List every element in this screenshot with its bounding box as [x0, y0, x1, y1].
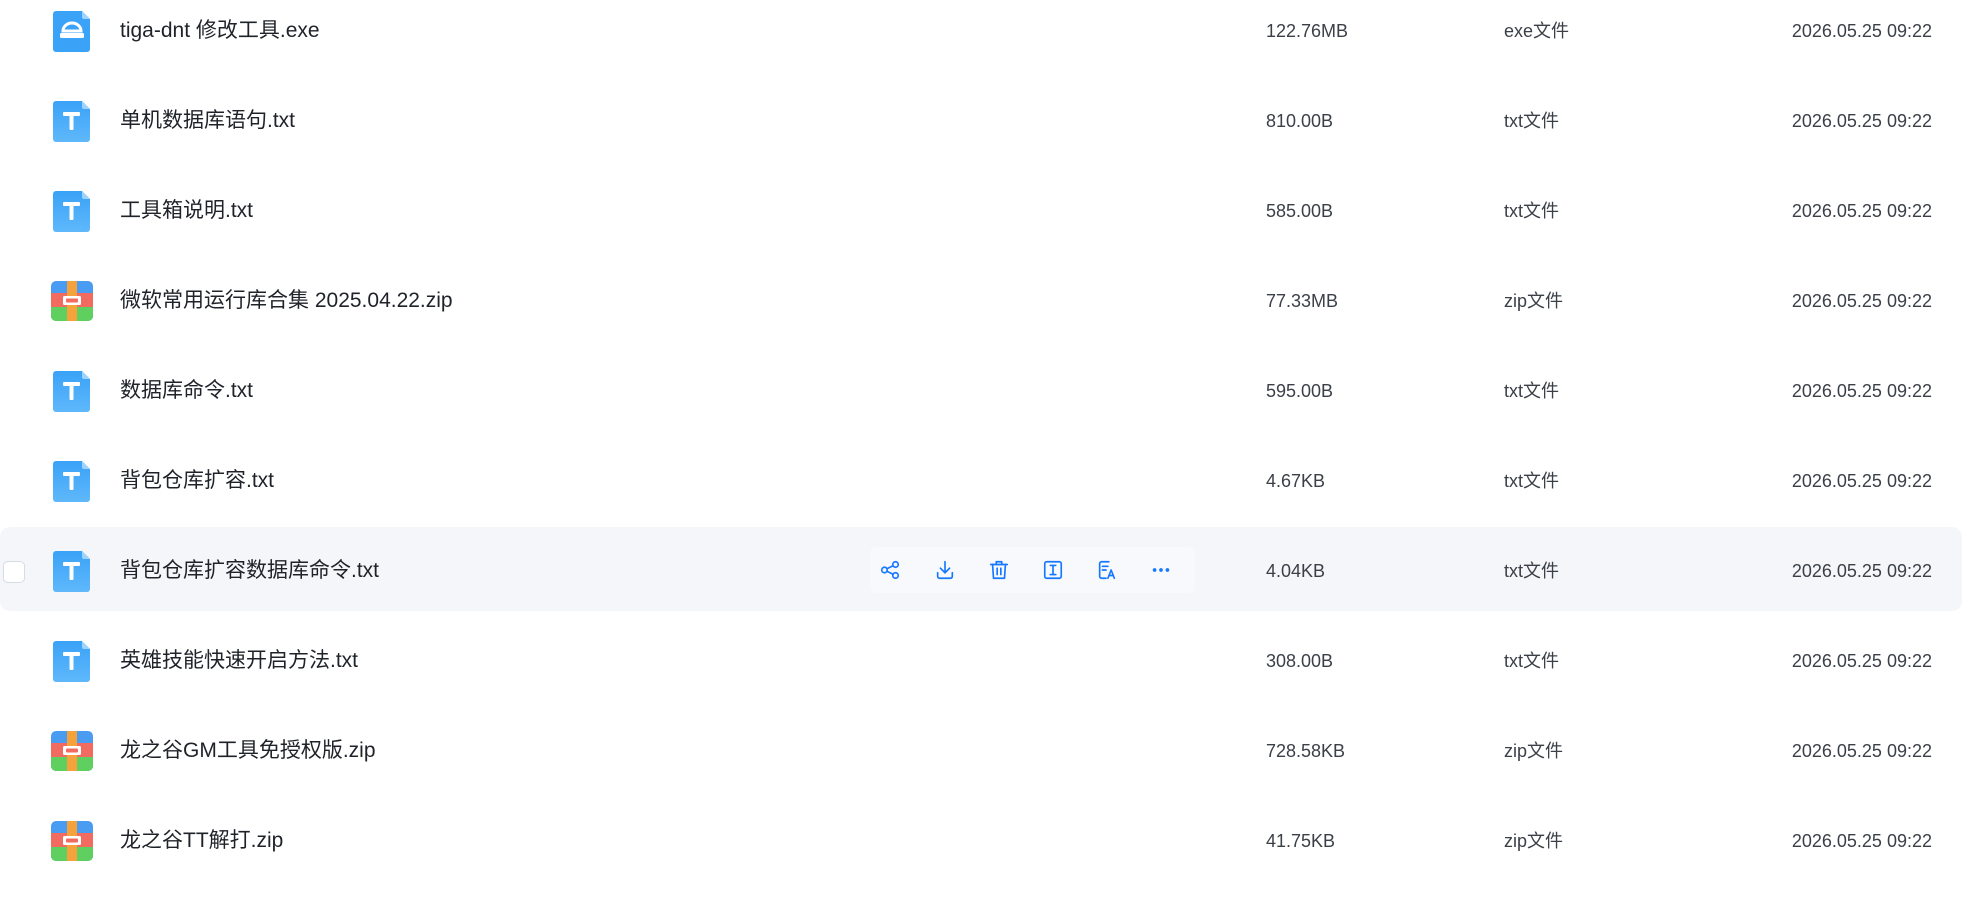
file-size: 41.75KB [1266, 831, 1336, 851]
table-row[interactable]: 龙之谷GM工具免授权版.zip 728.58KB zip文件 2026.05.2… [0, 707, 1962, 791]
file-date: 2026.05.25 09:22 [1791, 651, 1932, 671]
file-type: txt文件 [1504, 381, 1560, 401]
exe-file-icon [50, 9, 94, 53]
table-row[interactable]: 英雄技能快速开启方法.txt 308.00B txt文件 2026.05.25 … [0, 617, 1962, 701]
file-list: tiga-dnt 修改工具.exe 122.76MB exe文件 2026.05… [0, 0, 1962, 921]
file-name[interactable]: 背包仓库扩容数据库命令.txt [120, 557, 379, 585]
txt-file-icon [50, 99, 94, 143]
file-type: txt文件 [1504, 561, 1560, 581]
file-date: 2026.05.25 09:22 [1791, 471, 1932, 491]
delete-icon[interactable] [985, 556, 1013, 584]
file-type: txt文件 [1504, 111, 1560, 131]
file-size: 585.00B [1266, 201, 1334, 221]
file-size: 4.04KB [1266, 561, 1326, 581]
file-type: zip文件 [1504, 291, 1564, 311]
file-size: 122.76MB [1266, 21, 1349, 41]
table-row[interactable]: 数据库命令.txt 595.00B txt文件 2026.05.25 09:22 [0, 347, 1962, 431]
table-row[interactable]: 单机数据库语句.txt 810.00B txt文件 2026.05.25 09:… [0, 77, 1962, 161]
file-type: txt文件 [1504, 471, 1560, 491]
file-name[interactable]: 背包仓库扩容.txt [120, 467, 274, 495]
file-type: txt文件 [1504, 201, 1560, 221]
file-name[interactable]: 英雄技能快速开启方法.txt [120, 647, 358, 675]
table-row-hovered[interactable]: 背包仓库扩容数据库命令.txt 4.04KB txt文件 2026.05.25 … [0, 527, 1962, 611]
file-size: 4.67KB [1266, 471, 1326, 491]
table-row[interactable]: 微软常用运行库合集 2025.04.22.zip 77.33MB zip文件 2… [0, 257, 1962, 341]
share-icon[interactable] [876, 556, 904, 584]
file-size: 595.00B [1266, 381, 1334, 401]
table-row[interactable]: tiga-dnt 修改工具.exe 122.76MB exe文件 2026.05… [0, 0, 1962, 71]
txt-file-icon [50, 369, 94, 413]
row-checkbox[interactable] [3, 561, 25, 583]
file-name[interactable]: 工具箱说明.txt [120, 197, 253, 225]
txt-file-icon [50, 639, 94, 683]
txt-file-icon [50, 549, 94, 593]
file-date: 2026.05.25 09:22 [1791, 381, 1932, 401]
txt-file-icon [50, 459, 94, 503]
zip-file-icon [50, 729, 94, 773]
file-date: 2026.05.25 09:22 [1791, 561, 1932, 581]
file-name[interactable]: 龙之谷TT解打.zip [120, 827, 283, 855]
zip-file-icon [50, 279, 94, 323]
file-size: 728.58KB [1266, 741, 1346, 761]
table-row[interactable]: 工具箱说明.txt 585.00B txt文件 2026.05.25 09:22 [0, 167, 1962, 251]
file-size: 810.00B [1266, 111, 1334, 131]
file-size: 77.33MB [1266, 291, 1339, 311]
file-date: 2026.05.25 09:22 [1791, 741, 1932, 761]
file-date: 2026.05.25 09:22 [1791, 111, 1932, 131]
file-name[interactable]: tiga-dnt 修改工具.exe [120, 17, 320, 45]
row-actions-toolbar [870, 547, 1195, 593]
txt-file-icon [50, 189, 94, 233]
more-icon[interactable] [1147, 556, 1175, 584]
file-type: zip文件 [1504, 741, 1564, 761]
file-date: 2026.05.25 09:22 [1791, 291, 1932, 311]
table-row[interactable]: 背包仓库扩容.txt 4.67KB txt文件 2026.05.25 09:22 [0, 437, 1962, 521]
file-type: zip文件 [1504, 831, 1564, 851]
file-type: txt文件 [1504, 651, 1560, 671]
table-row[interactable]: 龙之谷TT解打.zip 41.75KB zip文件 2026.05.25 09:… [0, 797, 1962, 881]
zip-file-icon [50, 819, 94, 863]
file-name[interactable]: 龙之谷GM工具免授权版.zip [120, 737, 376, 765]
file-name[interactable]: 微软常用运行库合集 2025.04.22.zip [120, 287, 453, 315]
file-date: 2026.05.25 09:22 [1791, 201, 1932, 221]
rename-icon[interactable] [1039, 556, 1067, 584]
download-icon[interactable] [931, 556, 959, 584]
file-size: 308.00B [1266, 651, 1334, 671]
file-name[interactable]: 单机数据库语句.txt [120, 107, 295, 135]
file-name[interactable]: 数据库命令.txt [120, 377, 253, 405]
file-type: exe文件 [1504, 21, 1570, 41]
file-date: 2026.05.25 09:22 [1791, 21, 1932, 41]
translate-icon[interactable] [1093, 556, 1121, 584]
file-date: 2026.05.25 09:22 [1791, 831, 1932, 851]
